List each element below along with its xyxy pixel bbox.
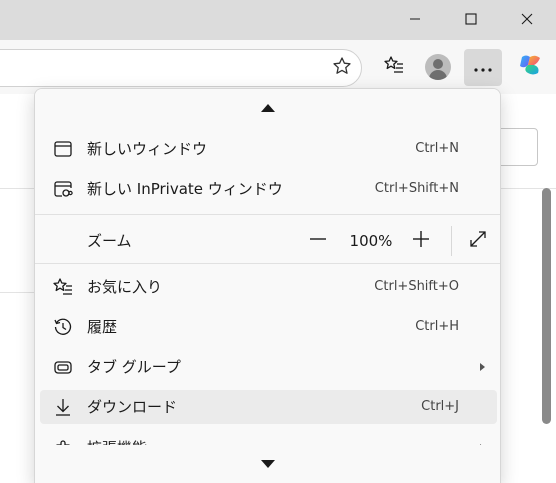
zoom-in-button[interactable] bbox=[407, 227, 435, 255]
close-button[interactable] bbox=[504, 0, 550, 38]
browser-toolbar bbox=[0, 40, 556, 94]
menu-item-new-window[interactable]: 新しいウィンドウ Ctrl+N bbox=[40, 132, 497, 166]
expand-diagonal-icon bbox=[468, 229, 488, 253]
settings-menu: 新しいウィンドウ Ctrl+N 新しい InPrivate ウィンドウ Ctrl… bbox=[34, 88, 501, 483]
minimize-button[interactable] bbox=[392, 0, 438, 38]
menu-item-shortcut: Ctrl+Shift+N bbox=[374, 181, 459, 196]
title-bar bbox=[0, 0, 556, 40]
caret-up-icon bbox=[260, 104, 275, 112]
menu-scroll-down-button[interactable] bbox=[35, 445, 500, 483]
maximize-icon bbox=[465, 10, 477, 29]
menu-item-shortcut: Ctrl+J bbox=[421, 399, 459, 414]
menu-scroll-up-button[interactable] bbox=[35, 89, 500, 127]
favorites-list-icon bbox=[52, 276, 74, 298]
tab-group-icon bbox=[52, 356, 74, 378]
menu-item-label: 新しい InPrivate ウィンドウ bbox=[87, 180, 283, 198]
menu-item-label: 新しいウィンドウ bbox=[87, 140, 208, 158]
zoom-out-button[interactable] bbox=[304, 227, 332, 255]
settings-and-more-button[interactable] bbox=[464, 49, 502, 86]
history-icon bbox=[52, 316, 74, 338]
zoom-level: 100% bbox=[349, 232, 393, 250]
copilot-button[interactable] bbox=[512, 49, 548, 85]
caret-down-icon bbox=[260, 460, 275, 468]
zoom-separator bbox=[451, 226, 452, 256]
zoom-label: ズーム bbox=[87, 232, 132, 250]
menu-item-new-inprivate-window[interactable]: 新しい InPrivate ウィンドウ Ctrl+Shift+N bbox=[40, 172, 497, 206]
inprivate-window-icon bbox=[52, 178, 74, 200]
menu-item-downloads[interactable]: ダウンロード Ctrl+J bbox=[40, 390, 497, 424]
plus-icon bbox=[412, 230, 430, 252]
full-screen-button[interactable] bbox=[464, 227, 492, 255]
menu-item-shortcut: Ctrl+Shift+O bbox=[374, 279, 459, 294]
page-input-field[interactable] bbox=[496, 128, 538, 166]
download-icon bbox=[52, 396, 74, 418]
menu-item-label: お気に入り bbox=[87, 278, 163, 296]
address-bar[interactable] bbox=[0, 49, 362, 87]
menu-divider bbox=[35, 263, 500, 264]
add-favorite-button[interactable] bbox=[331, 57, 353, 79]
submenu-arrow-icon bbox=[480, 363, 485, 371]
star-add-icon bbox=[332, 56, 352, 80]
menu-item-favorites[interactable]: お気に入り Ctrl+Shift+O bbox=[40, 270, 497, 304]
avatar bbox=[425, 54, 451, 80]
close-icon bbox=[521, 10, 533, 29]
ellipsis-icon bbox=[473, 58, 493, 77]
menu-item-label: タブ グループ bbox=[87, 358, 181, 376]
profile-button[interactable] bbox=[420, 49, 456, 85]
menu-item-history[interactable]: 履歴 Ctrl+H bbox=[40, 310, 497, 344]
minimize-icon bbox=[409, 10, 421, 29]
menu-zoom-row: ズーム 100% bbox=[40, 221, 497, 261]
menu-item-tab-groups[interactable]: タブ グループ bbox=[40, 350, 497, 384]
copilot-icon bbox=[516, 51, 544, 83]
menu-item-label: ダウンロード bbox=[87, 398, 178, 416]
scrollbar-thumb[interactable] bbox=[542, 188, 551, 424]
maximize-button[interactable] bbox=[448, 0, 494, 38]
window-icon bbox=[52, 138, 74, 160]
minus-icon bbox=[309, 230, 327, 252]
menu-item-label: 履歴 bbox=[87, 318, 118, 336]
menu-item-shortcut: Ctrl+H bbox=[415, 319, 459, 334]
menu-item-shortcut: Ctrl+N bbox=[415, 141, 459, 156]
favorites-list-icon bbox=[383, 54, 405, 80]
menu-divider bbox=[35, 214, 500, 215]
favorites-button[interactable] bbox=[376, 49, 412, 85]
